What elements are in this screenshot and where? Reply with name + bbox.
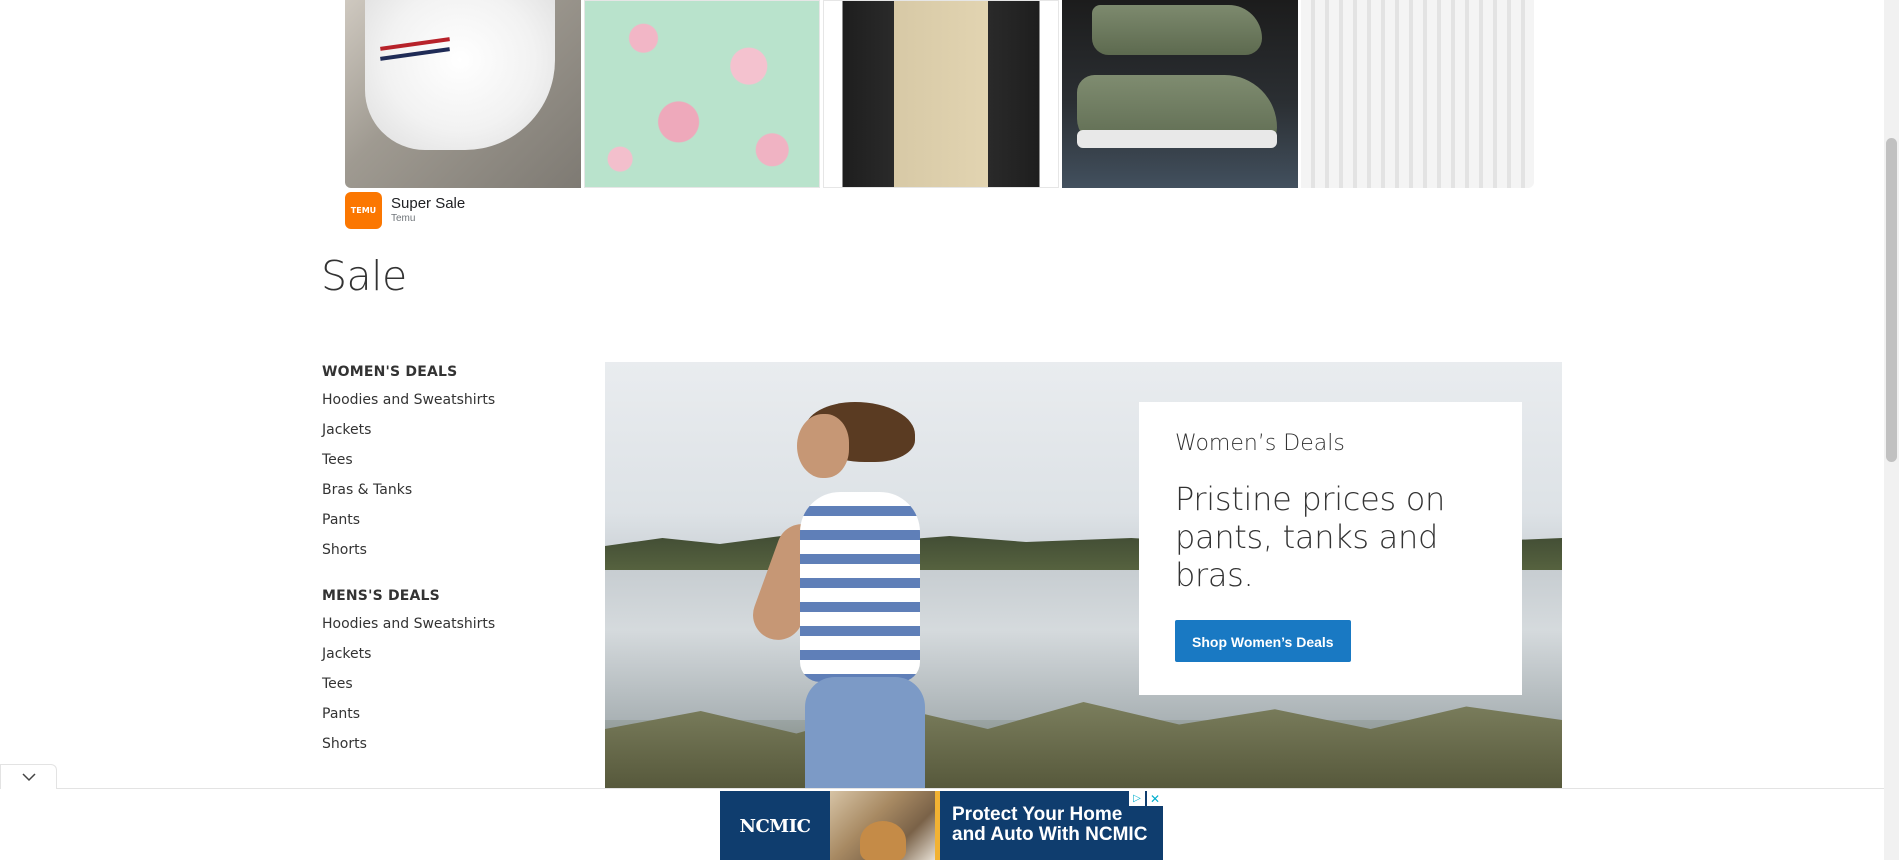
top-display-ad[interactable]: TEMU Super Sale Temu (345, 0, 1537, 232)
sidebar-item-mens-tees[interactable]: Tees (322, 669, 582, 699)
runner-head (797, 414, 849, 478)
floral-pencil-case-image[interactable] (584, 0, 820, 188)
shoe-shape (365, 0, 555, 150)
sneaker-top (1092, 5, 1262, 55)
sneaker-sole (1077, 130, 1277, 148)
sidebar-nav: WOMEN'S DEALS Hoodies and Sweatshirts Ja… (322, 359, 582, 777)
shop-womens-deals-button[interactable]: Shop Women’s Deals (1175, 620, 1351, 662)
adchoices-icon[interactable]: ▷ (1129, 791, 1145, 806)
nav-heading-womens-deals: WOMEN'S DEALS (322, 364, 458, 380)
promo-headline: Pristine prices on pants, tanks and bras… (1175, 480, 1445, 594)
runner-striped-tank (800, 492, 920, 682)
green-sneakers-image[interactable] (1062, 0, 1298, 188)
ad-advertiser: Temu (391, 213, 416, 224)
sidebar-item-mens-shorts[interactable]: Shorts (322, 729, 582, 759)
hero-banner[interactable]: Women’s Deals Pristine prices on pants, … (605, 362, 1562, 792)
ad-title[interactable]: Super Sale (391, 195, 465, 213)
promo-card: Women’s Deals Pristine prices on pants, … (1139, 402, 1522, 695)
page: TEMU Super Sale Temu Sale WOMEN'S DEALS … (0, 0, 1899, 860)
runner-leggings (805, 677, 925, 792)
sidebar-item-mens-hoodies[interactable]: Hoodies and Sweatshirts (322, 609, 582, 639)
sidebar-item-womens-pants[interactable]: Pants (322, 505, 582, 535)
temu-logo: TEMU (345, 191, 382, 229)
sidebar-item-mens-jackets[interactable]: Jackets (322, 639, 582, 669)
sidebar-item-womens-shorts[interactable]: Shorts (322, 535, 582, 565)
ncmic-logo: NCMIC (720, 791, 830, 860)
chevron-down-icon (21, 772, 36, 781)
white-knit-sweater-image[interactable] (1301, 0, 1534, 188)
nav-list-womens: Hoodies and Sweatshirts Jackets Tees Bra… (322, 385, 582, 565)
temu-logo-text: TEMU (350, 205, 377, 215)
sidebar-item-womens-hoodies[interactable]: Hoodies and Sweatshirts (322, 385, 582, 415)
nav-group-womens-deals: WOMEN'S DEALS Hoodies and Sweatshirts Ja… (322, 359, 582, 565)
ad-image-row (345, 0, 1537, 188)
dog-shape (860, 821, 906, 860)
nav-list-mens: Hoodies and Sweatshirts Jackets Tees Pan… (322, 609, 582, 759)
collapse-ad-button[interactable] (0, 764, 57, 789)
sidebar-item-womens-jackets[interactable]: Jackets (322, 415, 582, 445)
ncmic-ad[interactable]: NCMIC Protect Your Home and Auto With NC… (720, 791, 1163, 860)
ncmic-photo (830, 791, 935, 860)
page-title: Sale (321, 252, 407, 300)
white-sneaker-image[interactable] (345, 0, 581, 188)
sidebar-item-womens-tees[interactable]: Tees (322, 445, 582, 475)
ad-text: Super Sale Temu (391, 195, 465, 225)
promo-eyebrow: Women’s Deals (1175, 431, 1345, 456)
scrollbar-thumb[interactable] (1886, 138, 1897, 462)
anchor-ad-bar: NCMIC Protect Your Home and Auto With NC… (0, 764, 1884, 860)
nav-group-mens-deals: MENS'S DEALS Hoodies and Sweatshirts Jac… (322, 583, 582, 759)
close-icon[interactable]: ✕ (1147, 791, 1163, 806)
nav-heading-mens-deals: MENS'S DEALS (322, 588, 440, 604)
sidebar-item-womens-bras-tanks[interactable]: Bras & Tanks (322, 475, 582, 505)
black-fleece-jacket-image[interactable] (823, 0, 1059, 188)
sidebar-item-mens-pants[interactable]: Pants (322, 699, 582, 729)
ad-footer[interactable]: TEMU Super Sale Temu (345, 188, 1537, 232)
